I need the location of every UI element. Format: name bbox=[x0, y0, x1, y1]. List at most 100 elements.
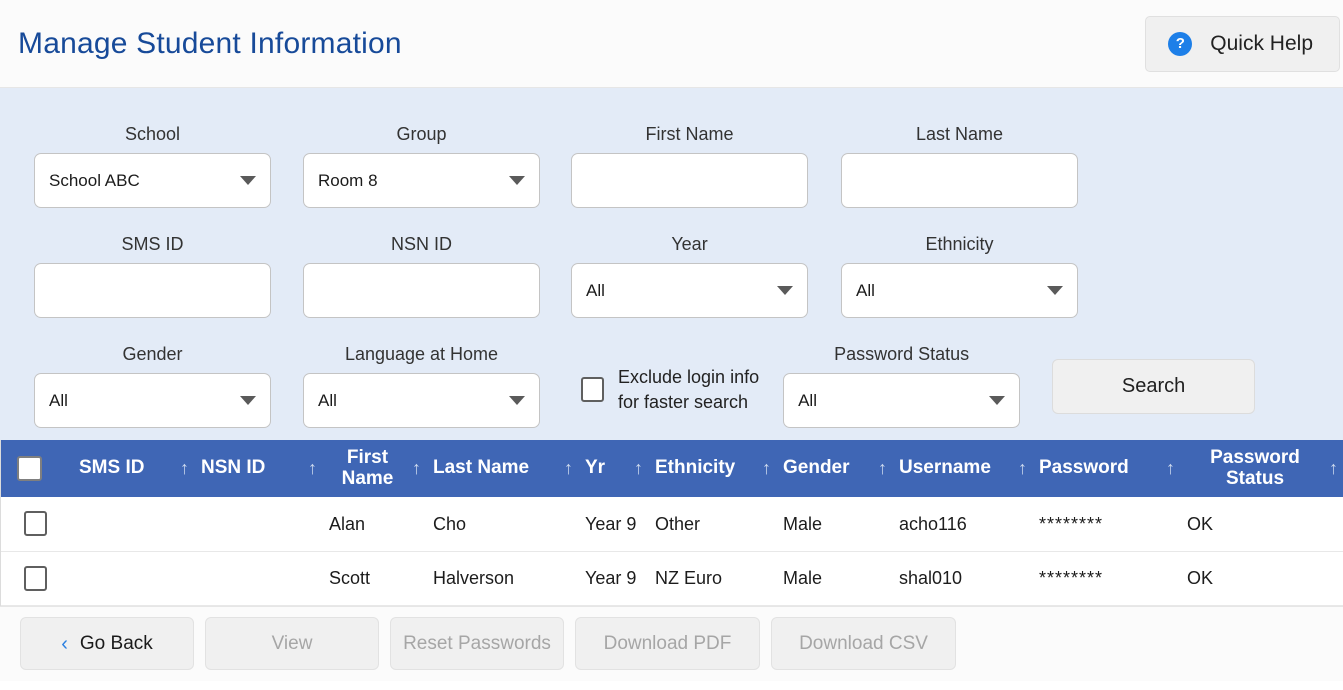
help-circle-icon: ? bbox=[1168, 31, 1193, 56]
sms-id-label: SMS ID bbox=[121, 234, 184, 254]
sort-asc-icon[interactable]: ↑ bbox=[1166, 458, 1175, 479]
group-label: Group bbox=[396, 124, 447, 144]
th-nsn-id-label: NSN ID bbox=[201, 457, 266, 479]
year-select[interactable]: All bbox=[571, 263, 808, 318]
cell-password: ******** bbox=[1033, 551, 1181, 606]
th-sms-id[interactable]: SMS ID ↑ bbox=[73, 440, 195, 497]
filter-panel: School School ABC Group Room 8 First Nam… bbox=[0, 88, 1343, 440]
password-status-select[interactable]: All bbox=[783, 373, 1021, 428]
th-last-name-label: Last Name bbox=[433, 457, 530, 479]
exclude-login-option[interactable]: Exclude login info for faster search bbox=[581, 365, 759, 414]
chevron-down-icon bbox=[1047, 286, 1063, 295]
th-ethnicity[interactable]: Ethnicity ↑ bbox=[649, 440, 777, 497]
page-title: Manage Student Information bbox=[18, 26, 402, 60]
cell-gender: Male bbox=[777, 497, 893, 552]
chevron-down-icon bbox=[240, 176, 256, 185]
download-csv-button[interactable]: Download CSV bbox=[771, 617, 956, 670]
field-password-status: Password Status All bbox=[783, 344, 1021, 428]
th-yr-label: Yr bbox=[585, 457, 606, 479]
filter-row-2: SMS ID NSN ID Year All Ethnicity All bbox=[0, 208, 1343, 318]
cell-first-name: Alan bbox=[323, 497, 427, 552]
th-password[interactable]: Password ↑ bbox=[1033, 440, 1181, 497]
sort-asc-icon[interactable]: ↑ bbox=[1329, 458, 1338, 479]
search-button[interactable]: Search bbox=[1052, 359, 1256, 414]
password-status-label: Password Status bbox=[834, 344, 970, 364]
table-row[interactable]: Scott Halverson Year 9 NZ Euro Male shal… bbox=[1, 551, 1343, 606]
language-at-home-select[interactable]: All bbox=[303, 373, 540, 428]
filter-row-1: School School ABC Group Room 8 First Nam… bbox=[0, 98, 1343, 208]
field-nsn-id: NSN ID bbox=[303, 234, 540, 318]
th-select-all bbox=[1, 440, 73, 497]
cell-gender: Male bbox=[777, 551, 893, 606]
select-all-checkbox[interactable] bbox=[17, 456, 42, 481]
sort-asc-icon[interactable]: ↑ bbox=[634, 458, 643, 479]
chevron-down-icon bbox=[509, 396, 525, 405]
language-at-home-value: All bbox=[318, 390, 337, 410]
last-name-label: Last Name bbox=[915, 124, 1004, 144]
row-checkbox[interactable] bbox=[24, 565, 47, 591]
ethnicity-label: Ethnicity bbox=[925, 234, 994, 254]
field-sms-id: SMS ID bbox=[34, 234, 271, 318]
cell-ethnicity: NZ Euro bbox=[649, 551, 777, 606]
chevron-left-icon: ‹ bbox=[61, 632, 68, 655]
th-first-name[interactable]: First Name ↑ bbox=[323, 440, 427, 497]
view-button[interactable]: View bbox=[205, 617, 379, 670]
th-password-status-label: Password Status bbox=[1210, 446, 1300, 489]
th-nsn-id[interactable]: NSN ID ↑ bbox=[195, 440, 323, 497]
last-name-input[interactable] bbox=[841, 153, 1078, 208]
action-bar: ‹ Go Back View Reset Passwords Download … bbox=[0, 605, 1343, 681]
th-yr[interactable]: Yr ↑ bbox=[579, 440, 649, 497]
sort-asc-icon[interactable]: ↑ bbox=[1018, 458, 1027, 479]
school-select[interactable]: School ABC bbox=[34, 153, 271, 208]
cell-first-name: Scott bbox=[323, 551, 427, 606]
th-first-name-label: First Name bbox=[341, 446, 394, 489]
reset-passwords-button[interactable]: Reset Passwords bbox=[390, 617, 564, 670]
row-checkbox[interactable] bbox=[24, 511, 47, 537]
chevron-down-icon bbox=[989, 396, 1006, 405]
cell-select bbox=[1, 497, 73, 552]
sort-asc-icon[interactable]: ↑ bbox=[878, 458, 887, 479]
sort-asc-icon[interactable]: ↑ bbox=[180, 458, 189, 479]
th-last-name[interactable]: Last Name ↑ bbox=[427, 440, 579, 497]
cell-yr: Year 9 bbox=[579, 497, 649, 552]
table-row[interactable]: Alan Cho Year 9 Other Male acho116 *****… bbox=[1, 497, 1343, 552]
sort-asc-icon[interactable]: ↑ bbox=[762, 458, 771, 479]
ethnicity-select[interactable]: All bbox=[841, 263, 1078, 318]
th-sms-id-label: SMS ID bbox=[79, 457, 145, 479]
field-group: Group Room 8 bbox=[303, 124, 540, 208]
download-pdf-button[interactable]: Download PDF bbox=[575, 617, 760, 670]
cell-last-name: Cho bbox=[427, 497, 579, 552]
cell-password: ******** bbox=[1033, 497, 1181, 552]
sms-id-input[interactable] bbox=[34, 263, 271, 318]
sort-asc-icon[interactable]: ↑ bbox=[308, 458, 317, 479]
field-first-name: First Name bbox=[571, 124, 808, 208]
year-value: All bbox=[586, 280, 605, 300]
cell-ethnicity: Other bbox=[649, 497, 777, 552]
cell-password-status: OK bbox=[1181, 497, 1343, 552]
field-gender: Gender All bbox=[34, 344, 271, 428]
go-back-button[interactable]: ‹ Go Back bbox=[20, 617, 194, 670]
nsn-id-label: NSN ID bbox=[390, 234, 452, 254]
sort-asc-icon[interactable]: ↑ bbox=[564, 458, 573, 479]
gender-value: All bbox=[49, 390, 68, 410]
quick-help-button[interactable]: ? Quick Help bbox=[1145, 15, 1340, 72]
cell-last-name: Halverson bbox=[427, 551, 579, 606]
chevron-down-icon bbox=[240, 396, 256, 405]
group-select[interactable]: Room 8 bbox=[303, 153, 540, 208]
first-name-input[interactable] bbox=[571, 153, 808, 208]
nsn-id-input[interactable] bbox=[303, 263, 540, 318]
exclude-login-checkbox[interactable] bbox=[581, 377, 604, 403]
group-value: Room 8 bbox=[318, 170, 378, 190]
exclude-login-line2: for faster search bbox=[618, 391, 749, 412]
cell-username: acho116 bbox=[893, 497, 1033, 552]
students-table: SMS ID ↑ NSN ID ↑ First Name ↑ Last Name bbox=[1, 440, 1343, 606]
th-username[interactable]: Username ↑ bbox=[893, 440, 1033, 497]
field-school: School School ABC bbox=[34, 124, 271, 208]
school-label: School bbox=[124, 124, 181, 144]
th-gender[interactable]: Gender ↑ bbox=[777, 440, 893, 497]
sort-asc-icon[interactable]: ↑ bbox=[412, 458, 421, 479]
th-password-status[interactable]: Password Status ↑ bbox=[1181, 440, 1343, 497]
gender-select[interactable]: All bbox=[34, 373, 271, 428]
cell-nsn-id bbox=[195, 497, 323, 552]
first-name-label: First Name bbox=[645, 124, 734, 144]
